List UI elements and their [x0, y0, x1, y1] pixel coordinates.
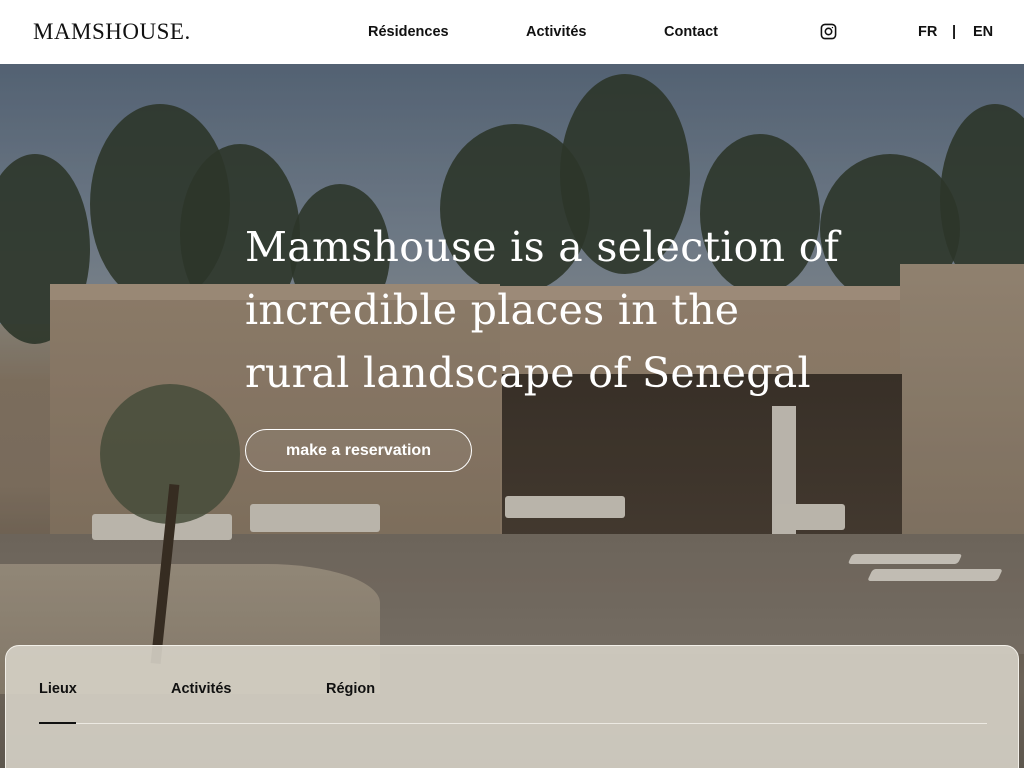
nav-link-contact[interactable]: Contact [664, 24, 718, 40]
language-fr-link[interactable]: FR [918, 24, 937, 40]
nav-link-residences[interactable]: Résidences [368, 24, 449, 40]
active-tab-indicator [39, 722, 76, 724]
nav-link-activites[interactable]: Activités [526, 24, 586, 40]
language-separator: | [952, 24, 957, 40]
site-logo[interactable]: MAMSHOUSE. [33, 19, 191, 45]
tab-lieux[interactable]: Lieux [39, 681, 77, 697]
instagram-icon[interactable] [820, 23, 837, 40]
tab-activites[interactable]: Activités [171, 681, 231, 697]
site-header: MAMSHOUSE. Résidences Activités Contact … [0, 0, 1024, 64]
tabs-divider [39, 723, 987, 724]
language-en-link[interactable]: EN [973, 24, 993, 40]
hero-headline: Mamshouse is a selection of incredible p… [245, 223, 840, 397]
tab-region[interactable]: Région [326, 681, 375, 697]
make-reservation-button[interactable]: make a reservation [245, 429, 472, 472]
discovery-panel: Lieux Activités Région [5, 645, 1019, 768]
